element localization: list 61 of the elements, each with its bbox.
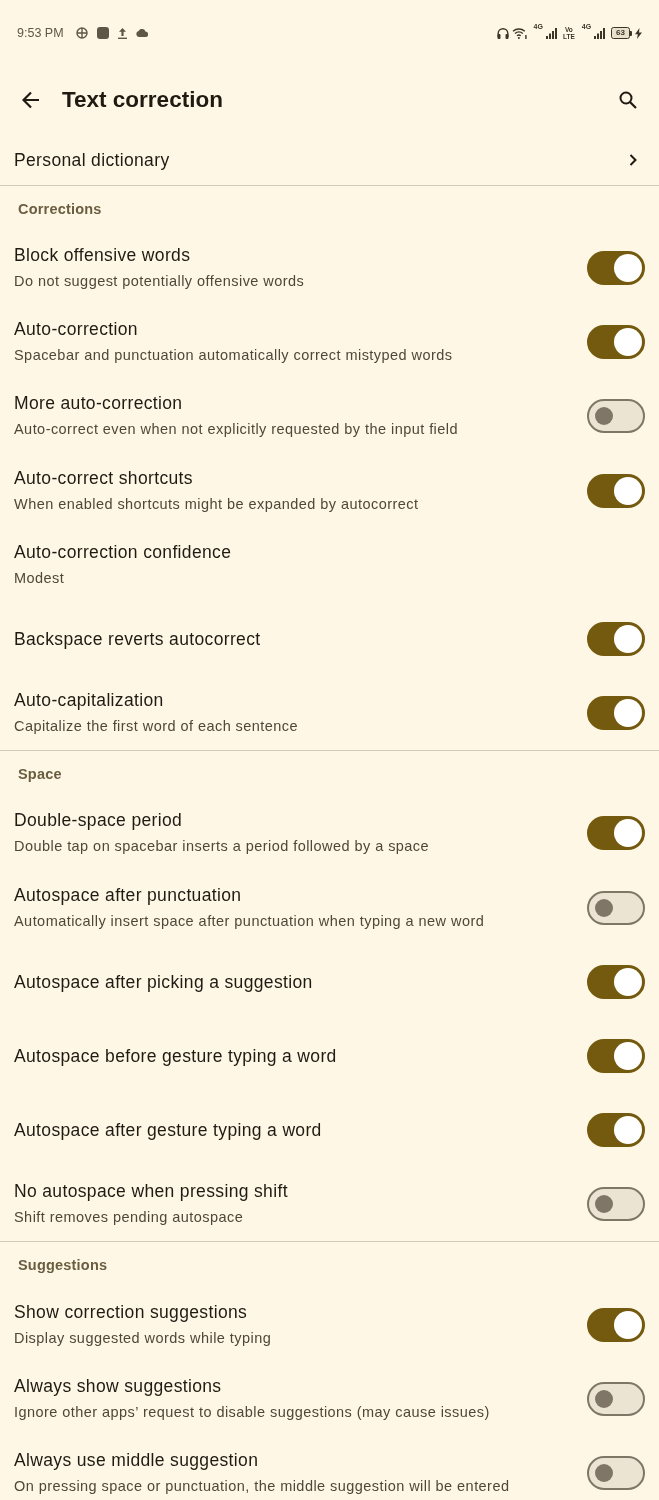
- toggle-switch[interactable]: [587, 1381, 645, 1416]
- setting-title[interactable]: Auto-correction: [14, 316, 577, 343]
- setting-summary: Double tap on spacebar inserts a period followed by a space: [14, 837, 431, 857]
- setting-title[interactable]: Double-space period: [14, 807, 577, 834]
- setting-title[interactable]: Autospace after punctuation: [14, 881, 577, 908]
- toggle-switch[interactable]: [587, 1307, 645, 1342]
- setting-summary: Display suggested words while typing: [14, 1328, 273, 1348]
- setting-title[interactable]: Personal dictionary: [14, 146, 170, 173]
- setting-summary: Shift removes pending autospace: [14, 1208, 245, 1228]
- upload-icon: [117, 27, 127, 39]
- section-header: Corrections: [18, 200, 102, 217]
- back-arrow-icon[interactable]: [22, 91, 40, 109]
- screen-title: Text correction: [62, 87, 224, 113]
- setting-title[interactable]: Backspace reverts autocorrect: [14, 626, 577, 653]
- cloud-icon: [135, 29, 148, 37]
- setting-summary: When enabled shortcuts might be expanded by autocorrect: [14, 494, 420, 514]
- setting-title[interactable]: More auto-correction: [14, 390, 577, 417]
- setting-value: Modest: [14, 568, 66, 588]
- setting-summary: Ignore other apps’ request to disable suggestions (may cause issues): [14, 1402, 491, 1422]
- setting-summary: On pressing space or punctuation, the middle suggestion will be entered: [14, 1476, 511, 1496]
- setting-title[interactable]: Auto-capitalization: [14, 687, 577, 714]
- setting-title[interactable]: Auto-correction confidence: [14, 538, 645, 565]
- status-time: 9:53 PM: [17, 26, 64, 40]
- setting-title[interactable]: Block offensive words: [14, 242, 577, 269]
- toggle-switch[interactable]: [587, 251, 645, 286]
- setting-title[interactable]: Show correction suggestions: [14, 1298, 577, 1325]
- toggle-switch[interactable]: [587, 325, 645, 360]
- section-header: Space: [18, 765, 62, 782]
- toggle-switch[interactable]: [587, 473, 645, 508]
- toggle-switch[interactable]: [587, 964, 645, 999]
- signal-icon: [545, 27, 557, 39]
- setting-summary: Do not suggest potentially offensive words: [14, 272, 306, 292]
- headphones-icon: [496, 27, 509, 39]
- setting-title[interactable]: Autospace after gesture typing a word: [14, 1117, 577, 1144]
- wifi-icon: [511, 27, 527, 39]
- crosshair-circle-icon: [75, 27, 88, 39]
- setting-title[interactable]: Always show suggestions: [14, 1372, 577, 1399]
- section-header: Suggestions: [18, 1256, 108, 1273]
- setting-title[interactable]: No autospace when pressing shift: [14, 1178, 577, 1205]
- setting-title[interactable]: Autospace after picking a suggestion: [14, 968, 577, 995]
- setting-title[interactable]: Auto-correct shortcuts: [14, 464, 577, 491]
- setting-summary: Capitalize the first word of each sentence: [14, 717, 300, 737]
- setting-title[interactable]: Autospace before gesture typing a word: [14, 1042, 577, 1069]
- signal-icon: [594, 27, 606, 39]
- square-icon: [96, 27, 109, 39]
- setting-title[interactable]: Always use middle suggestion: [14, 1446, 577, 1473]
- battery-indicator: 63: [611, 27, 632, 39]
- setting-summary: Auto-correct even when not explicitly requested by the input field: [14, 420, 459, 440]
- toggle-switch[interactable]: [587, 622, 645, 657]
- toggle-switch[interactable]: [587, 1113, 645, 1148]
- toggle-switch[interactable]: [587, 1038, 645, 1073]
- toggle-switch[interactable]: [587, 890, 645, 925]
- toggle-switch[interactable]: [587, 816, 645, 851]
- toggle-switch[interactable]: [587, 399, 645, 434]
- toggle-switch[interactable]: [587, 1187, 645, 1222]
- toggle-switch[interactable]: [587, 1455, 645, 1490]
- search-icon[interactable]: [619, 91, 637, 109]
- setting-summary: Spacebar and punctuation automatically correct mistyped words: [14, 346, 454, 366]
- setting-summary: Automatically insert space after punctuation when typing a new word: [14, 911, 486, 931]
- chevron-right-icon[interactable]: [629, 153, 637, 166]
- toggle-switch[interactable]: [587, 696, 645, 731]
